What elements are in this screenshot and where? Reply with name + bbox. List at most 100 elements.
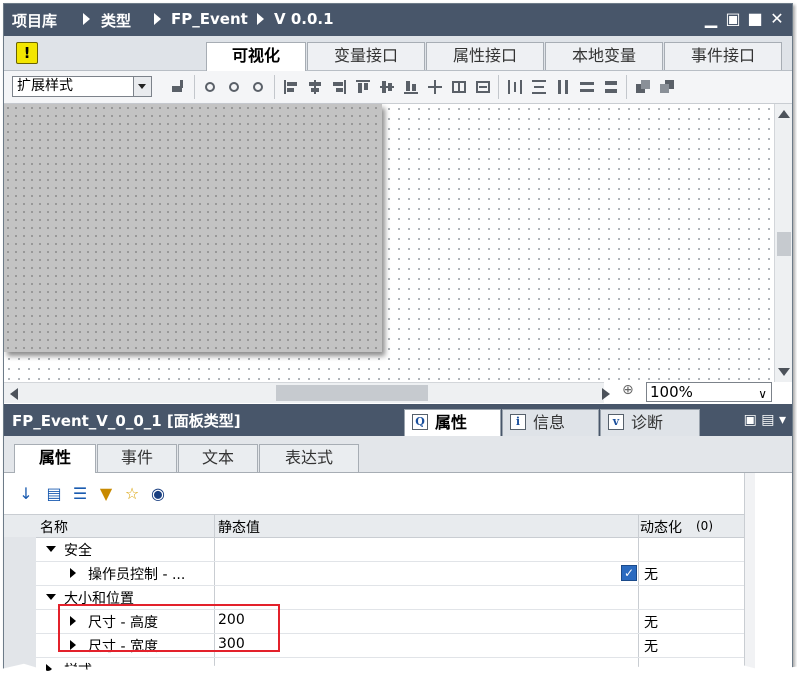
send-backward-icon[interactable] bbox=[658, 78, 676, 96]
property-name: 操作员控制 - ... bbox=[88, 567, 186, 583]
column-name: 名称 bbox=[40, 520, 68, 536]
faceplate-panel[interactable] bbox=[4, 104, 382, 352]
design-canvas[interactable] bbox=[4, 104, 774, 382]
grid-header: 名称 静态值 动态化 (0) bbox=[4, 514, 744, 538]
tab-variable-interface[interactable]: 变量接口 bbox=[307, 42, 425, 70]
warning-icon[interactable]: ! bbox=[16, 42, 38, 64]
checkbox-checked[interactable]: ✓ bbox=[621, 565, 637, 581]
scroll-up-icon[interactable] bbox=[778, 110, 790, 118]
tab-event-interface[interactable]: 事件接口 bbox=[664, 42, 782, 70]
align-center-icon[interactable] bbox=[306, 78, 324, 96]
breadcrumb-separator-icon bbox=[257, 13, 264, 25]
collapse-icon[interactable] bbox=[46, 546, 56, 552]
close-icon[interactable]: ✕ bbox=[768, 10, 786, 28]
align-left-icon[interactable] bbox=[282, 78, 300, 96]
breadcrumb-item-version[interactable]: V 0.0.1 bbox=[274, 10, 334, 28]
distribute-horizontal-icon[interactable] bbox=[506, 78, 524, 96]
center-vertical-icon[interactable] bbox=[474, 78, 492, 96]
breadcrumb-item-library[interactable]: 项目库 bbox=[12, 10, 57, 31]
type-editor-window: 项目库 类型 FP_Event V 0.0.1 ▁ ▣ ■ ✕ ! 可视化 变量… bbox=[3, 3, 793, 675]
vertical-scrollbar[interactable] bbox=[774, 104, 792, 382]
list-view-icon[interactable]: ☰ bbox=[70, 484, 90, 504]
horizontal-scrollbar[interactable] bbox=[4, 382, 610, 403]
collapse-icon[interactable] bbox=[46, 594, 56, 600]
zoom-select[interactable]: 100% ∨ bbox=[646, 382, 772, 402]
subtab-events[interactable]: 事件 bbox=[97, 444, 177, 472]
column-static-value: 静态值 bbox=[218, 520, 260, 536]
tab-properties[interactable]: Q 属性 bbox=[404, 409, 501, 436]
subtab-texts[interactable]: 文本 bbox=[178, 444, 258, 472]
properties-icon: Q bbox=[412, 414, 428, 430]
align-right-icon[interactable] bbox=[330, 78, 348, 96]
panel-options-icon[interactable]: ▣ ▤ ▾ bbox=[744, 412, 786, 428]
info-icon: i bbox=[510, 414, 526, 430]
distribute-vertical-icon[interactable] bbox=[530, 78, 548, 96]
zoom-icon[interactable]: ⊕ bbox=[622, 382, 644, 402]
subtab-properties[interactable]: 属性 bbox=[14, 444, 96, 473]
scroll-thumb[interactable] bbox=[276, 385, 428, 401]
rotate-icon[interactable] bbox=[250, 78, 268, 96]
chevron-down-icon[interactable] bbox=[133, 77, 151, 96]
scroll-right-icon[interactable] bbox=[602, 388, 610, 400]
property-toolbar: ↓ ▤ ☰ ▼ ☆ ◉ bbox=[4, 473, 744, 513]
column-dynamic: 动态化 bbox=[640, 520, 682, 536]
property-dynamic: 无 bbox=[644, 639, 658, 655]
align-middle-icon[interactable] bbox=[378, 78, 396, 96]
inspector-title: FP_Event_V_0_0_1 [面板类型] bbox=[12, 412, 241, 430]
format-painter-icon[interactable] bbox=[168, 78, 186, 96]
group-view-icon[interactable]: ▤ bbox=[44, 484, 64, 504]
highlight-box bbox=[58, 604, 280, 652]
tab-info[interactable]: i 信息 bbox=[502, 409, 599, 436]
zoom-value: 100% bbox=[650, 383, 693, 401]
breadcrumb-item-types[interactable]: 类型 bbox=[101, 10, 131, 31]
same-size-icon[interactable] bbox=[602, 78, 620, 96]
maximize-icon[interactable]: ■ bbox=[746, 10, 764, 28]
align-top-icon[interactable] bbox=[354, 78, 372, 96]
favorite-star-icon[interactable]: ☆ bbox=[122, 484, 142, 504]
scroll-left-icon[interactable] bbox=[10, 388, 18, 400]
same-height-icon[interactable] bbox=[554, 78, 572, 96]
style-select[interactable]: 扩展样式 bbox=[12, 76, 152, 97]
tab-info-label: 信息 bbox=[533, 413, 566, 432]
tab-diagnostics[interactable]: v 诊断 bbox=[600, 409, 700, 436]
align-bottom-icon[interactable] bbox=[402, 78, 420, 96]
same-width-icon[interactable] bbox=[578, 78, 596, 96]
breadcrumb-separator-icon bbox=[154, 13, 161, 25]
property-name: 安全 bbox=[64, 543, 92, 559]
minimize-icon[interactable]: ▁ bbox=[702, 10, 720, 28]
tab-property-interface[interactable]: 属性接口 bbox=[426, 42, 544, 70]
breadcrumb-item-type[interactable]: FP_Event bbox=[171, 10, 248, 28]
property-row-operator-control[interactable]: 操作员控制 - ... ✓ 无 bbox=[4, 561, 744, 586]
toolbar-divider bbox=[194, 75, 195, 99]
breadcrumb-separator-icon bbox=[83, 13, 90, 25]
editor-tabs: ! 可视化 变量接口 属性接口 本地变量 事件接口 bbox=[4, 36, 792, 71]
filter-icon[interactable]: ▼ bbox=[96, 484, 116, 504]
style-select-value: 扩展样式 bbox=[17, 78, 73, 94]
rotate-left-icon[interactable] bbox=[226, 78, 244, 96]
bring-forward-icon[interactable] bbox=[634, 78, 652, 96]
expand-icon[interactable] bbox=[70, 568, 76, 578]
float-window-icon[interactable]: ▣ bbox=[724, 10, 742, 28]
toolbar-divider bbox=[498, 75, 499, 99]
subtab-expressions[interactable]: 表达式 bbox=[259, 444, 359, 472]
sort-az-icon[interactable]: ↓ bbox=[16, 484, 36, 504]
tab-diagnostics-label: 诊断 bbox=[631, 413, 664, 432]
rotate-right-icon[interactable] bbox=[202, 78, 220, 96]
scroll-down-icon[interactable] bbox=[778, 368, 790, 376]
property-dynamic: 无 bbox=[644, 567, 658, 583]
toolbar-divider bbox=[274, 75, 275, 99]
center-icon[interactable] bbox=[426, 78, 444, 96]
editor-toolbar: 扩展样式 bbox=[4, 71, 792, 104]
property-subtabs: 属性 事件 文本 表达式 bbox=[4, 436, 792, 473]
eye-icon[interactable]: ◉ bbox=[148, 484, 168, 504]
property-scrollbar[interactable] bbox=[744, 473, 755, 674]
diagnostics-icon: v bbox=[608, 414, 624, 430]
column-dynamic-count: (0) bbox=[696, 519, 713, 533]
tab-local-variables[interactable]: 本地变量 bbox=[545, 42, 663, 70]
chevron-down-icon[interactable]: ∨ bbox=[758, 385, 767, 403]
scroll-thumb[interactable] bbox=[777, 232, 791, 256]
property-row-security[interactable]: 安全 bbox=[4, 537, 744, 562]
tab-properties-label: 属性 bbox=[435, 413, 468, 432]
tab-visualization[interactable]: 可视化 bbox=[206, 42, 306, 71]
center-horizontal-icon[interactable] bbox=[450, 78, 468, 96]
